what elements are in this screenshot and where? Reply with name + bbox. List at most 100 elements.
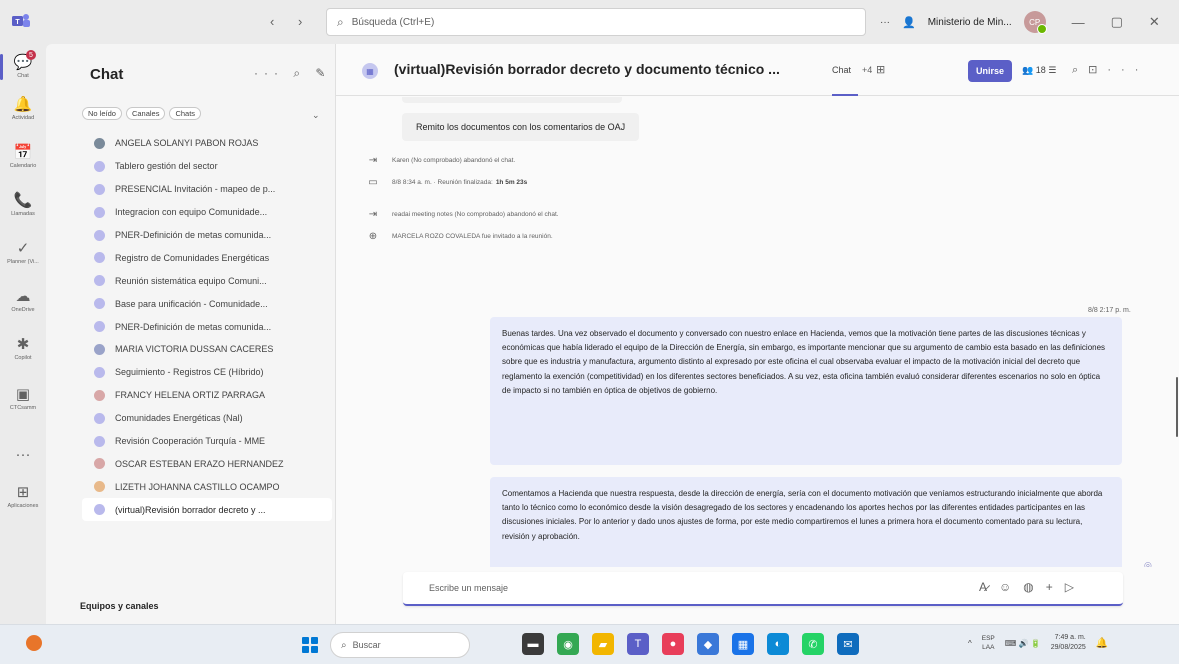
section-teams-channels[interactable]: Equipos y canales: [80, 601, 159, 611]
list-item-selected[interactable]: (virtual)Revisión borrador decreto y ...: [82, 498, 332, 522]
org-name[interactable]: Ministerio de Min...: [928, 17, 1012, 28]
chrome-app-icon[interactable]: ◉: [557, 633, 579, 655]
time: 7:49 a. m.: [1054, 634, 1086, 641]
list-item[interactable]: PRESENCIAL Invitación - mapeo de p...: [82, 178, 332, 201]
list-item[interactable]: Comunidades Energéticas (Nal): [82, 407, 332, 430]
emoji-icon[interactable]: ☺: [999, 580, 1011, 594]
list-item[interactable]: PNER-Definición de metas comunida...: [82, 224, 332, 247]
list-item[interactable]: LIZETH JOHANNA CASTILLO OCAMPO: [82, 475, 332, 498]
list-item[interactable]: Revisión Cooperación Turquía - MME: [82, 430, 332, 453]
start-button[interactable]: [302, 637, 318, 653]
folder-app-icon[interactable]: ▰: [592, 633, 614, 655]
more-options-icon[interactable]: ···: [880, 17, 890, 28]
filter-unread[interactable]: No leído: [82, 107, 122, 120]
tray-chevron-icon[interactable]: ^: [968, 639, 972, 648]
rail-item-activity[interactable]: 🔔 Actividad: [0, 88, 46, 130]
notification-icon[interactable]: 🔔: [1096, 638, 1108, 649]
format-icon[interactable]: A̷: [979, 580, 987, 594]
media-app-icon[interactable]: ●: [662, 633, 684, 655]
scrollbar-thumb[interactable]: [1176, 377, 1178, 437]
participants-button[interactable]: 👥 18 ☰: [1022, 65, 1056, 76]
send-icon[interactable]: ▷: [1065, 580, 1074, 594]
file-explorer-app-icon[interactable]: ▬: [522, 633, 544, 655]
filter-chats[interactable]: Chats: [169, 107, 202, 120]
store-app-icon[interactable]: ◆: [697, 633, 719, 655]
meeting-duration: 1h 5m 23s: [495, 179, 528, 186]
person-add-icon: ⊕: [368, 231, 378, 242]
list-item[interactable]: Seguimiento - Registros CE (Híbrido): [82, 361, 332, 384]
attach-plus-icon[interactable]: +: [1046, 580, 1053, 594]
list-item[interactable]: Reunión sistemática equipo Comuni...: [82, 269, 332, 292]
close-button[interactable]: ✕: [1149, 14, 1160, 30]
sticker-icon[interactable]: ◍: [1023, 580, 1033, 594]
rail-item-copilot[interactable]: ✱ Copilot: [0, 328, 46, 370]
avatar: [94, 343, 105, 355]
rail-item-calendar[interactable]: 📅 Calendario: [0, 136, 46, 178]
more-options-icon[interactable]: ···: [1107, 64, 1148, 76]
list-item[interactable]: Base para unificación - Comunidade...: [82, 292, 332, 315]
popout-icon[interactable]: ⊡: [1088, 64, 1107, 76]
edge-app-icon[interactable]: ◐: [767, 633, 789, 655]
filter-channels[interactable]: Canales: [125, 107, 166, 120]
rail-item-ctcsamm[interactable]: ▣ CTCsamm: [0, 378, 46, 420]
rail-item-chat[interactable]: 💬 5 Chat: [0, 46, 46, 88]
list-item[interactable]: FRANCY HELENA ORTIZ PARRAGA: [82, 384, 332, 407]
chat-name: Integracion con equipo Comunidade...: [115, 207, 268, 218]
more-apps-icon: ···: [15, 446, 31, 463]
minimize-button[interactable]: —: [1072, 15, 1085, 30]
avatar: [94, 389, 105, 401]
whatsapp-app-icon[interactable]: ✆: [802, 633, 824, 655]
taskbar-search[interactable]: ⌕ Buscar: [330, 632, 470, 658]
add-tab-icon[interactable]: ⊞: [876, 63, 885, 76]
tab-chat[interactable]: Chat: [832, 65, 851, 75]
chat-name: PNER-Definición de metas comunida...: [115, 321, 272, 332]
list-item[interactable]: OSCAR ESTEBAN ERAZO HERNANDEZ: [82, 452, 332, 475]
rail-item-onedrive[interactable]: ☁ OneDrive: [0, 280, 46, 322]
rail-item-apps[interactable]: ⊞ Aplicaciones: [0, 476, 46, 518]
global-search-box[interactable]: ⌕ Búsqueda (Ctrl+E): [326, 8, 866, 36]
chat-name: Revisión Cooperación Turquía - MME: [115, 436, 266, 447]
user-avatar[interactable]: CP: [1023, 11, 1047, 34]
planner-icon: ✓: [16, 240, 30, 257]
chat-name: PNER-Definición de metas comunida...: [115, 230, 272, 240]
meeting-avatar-icon: [94, 206, 105, 218]
chevron-down-icon[interactable]: ⌄: [312, 110, 320, 121]
person-leave-icon: ⇥: [368, 209, 378, 220]
chat-items: ANGELA SOLANYI PABON ROJAS Tablero gesti…: [82, 132, 332, 522]
widgets-icon[interactable]: [26, 635, 42, 651]
calendar-app-icon[interactable]: ▦: [732, 633, 754, 655]
rail-item-calls[interactable]: 📞 Llamadas: [0, 184, 46, 226]
outlook-app-icon[interactable]: ✉: [837, 633, 859, 655]
rail-label: Planner (Vi...: [7, 259, 39, 265]
list-item[interactable]: Tablero gestión del sector: [82, 155, 332, 178]
os-taskbar: ⌕ Buscar ▬ ◉ ▰ T ● ◆ ▦ ◐ ✆ ✉ ^ ESP LAA ⌨ 🔊 🔋 7:49 …: [0, 624, 1179, 664]
header-actions[interactable]: ⌕⊡···: [1072, 63, 1148, 77]
back-forward-nav[interactable]: ‹ ›: [270, 14, 312, 29]
list-item[interactable]: PNER-Definición de metas comunida...: [82, 315, 332, 338]
meeting-avatar-icon: [94, 160, 105, 172]
list-item[interactable]: Registro de Comunidades Energéticas: [82, 246, 332, 269]
language-indicator[interactable]: ESP LAA: [982, 634, 995, 652]
clock[interactable]: 7:49 a. m. 29/08/2025: [1051, 633, 1086, 653]
more-tabs[interactable]: +4: [862, 65, 872, 75]
add-apps-icon: ⊞: [16, 484, 30, 501]
rail-label: Llamadas: [11, 211, 35, 217]
tray-status-icons[interactable]: ⌨ 🔊 🔋: [1005, 639, 1041, 648]
join-button[interactable]: Unirse: [968, 60, 1012, 82]
conversation-title: (virtual)Revisión borrador decreto y doc…: [394, 61, 780, 77]
maximize-button[interactable]: ▢: [1111, 14, 1123, 30]
chat-name: Seguimiento - Registros CE (Híbrido): [115, 367, 264, 378]
message-input[interactable]: [403, 572, 923, 604]
rail-item-planner[interactable]: ✓ Planner (Vi...: [0, 232, 46, 274]
search-icon[interactable]: ⌕: [1072, 64, 1088, 76]
list-item[interactable]: Integracion con equipo Comunidade...: [82, 201, 332, 224]
date: 29/08/2025: [1050, 644, 1086, 651]
teams-app-icon[interactable]: T: [627, 633, 649, 655]
meeting-avatar-icon: [94, 252, 105, 264]
rail-label: Calendario: [9, 163, 37, 169]
list-item[interactable]: MARIA VICTORIA DUSSAN CACERES: [82, 338, 332, 361]
list-item[interactable]: ANGELA SOLANYI PABON ROJAS: [82, 132, 332, 155]
incoming-message: Remito los documentos con los comentario…: [402, 113, 640, 141]
rail-item-more[interactable]: ···: [0, 434, 46, 476]
chat-list-tools[interactable]: ··· ⌕ ✎: [254, 66, 331, 81]
